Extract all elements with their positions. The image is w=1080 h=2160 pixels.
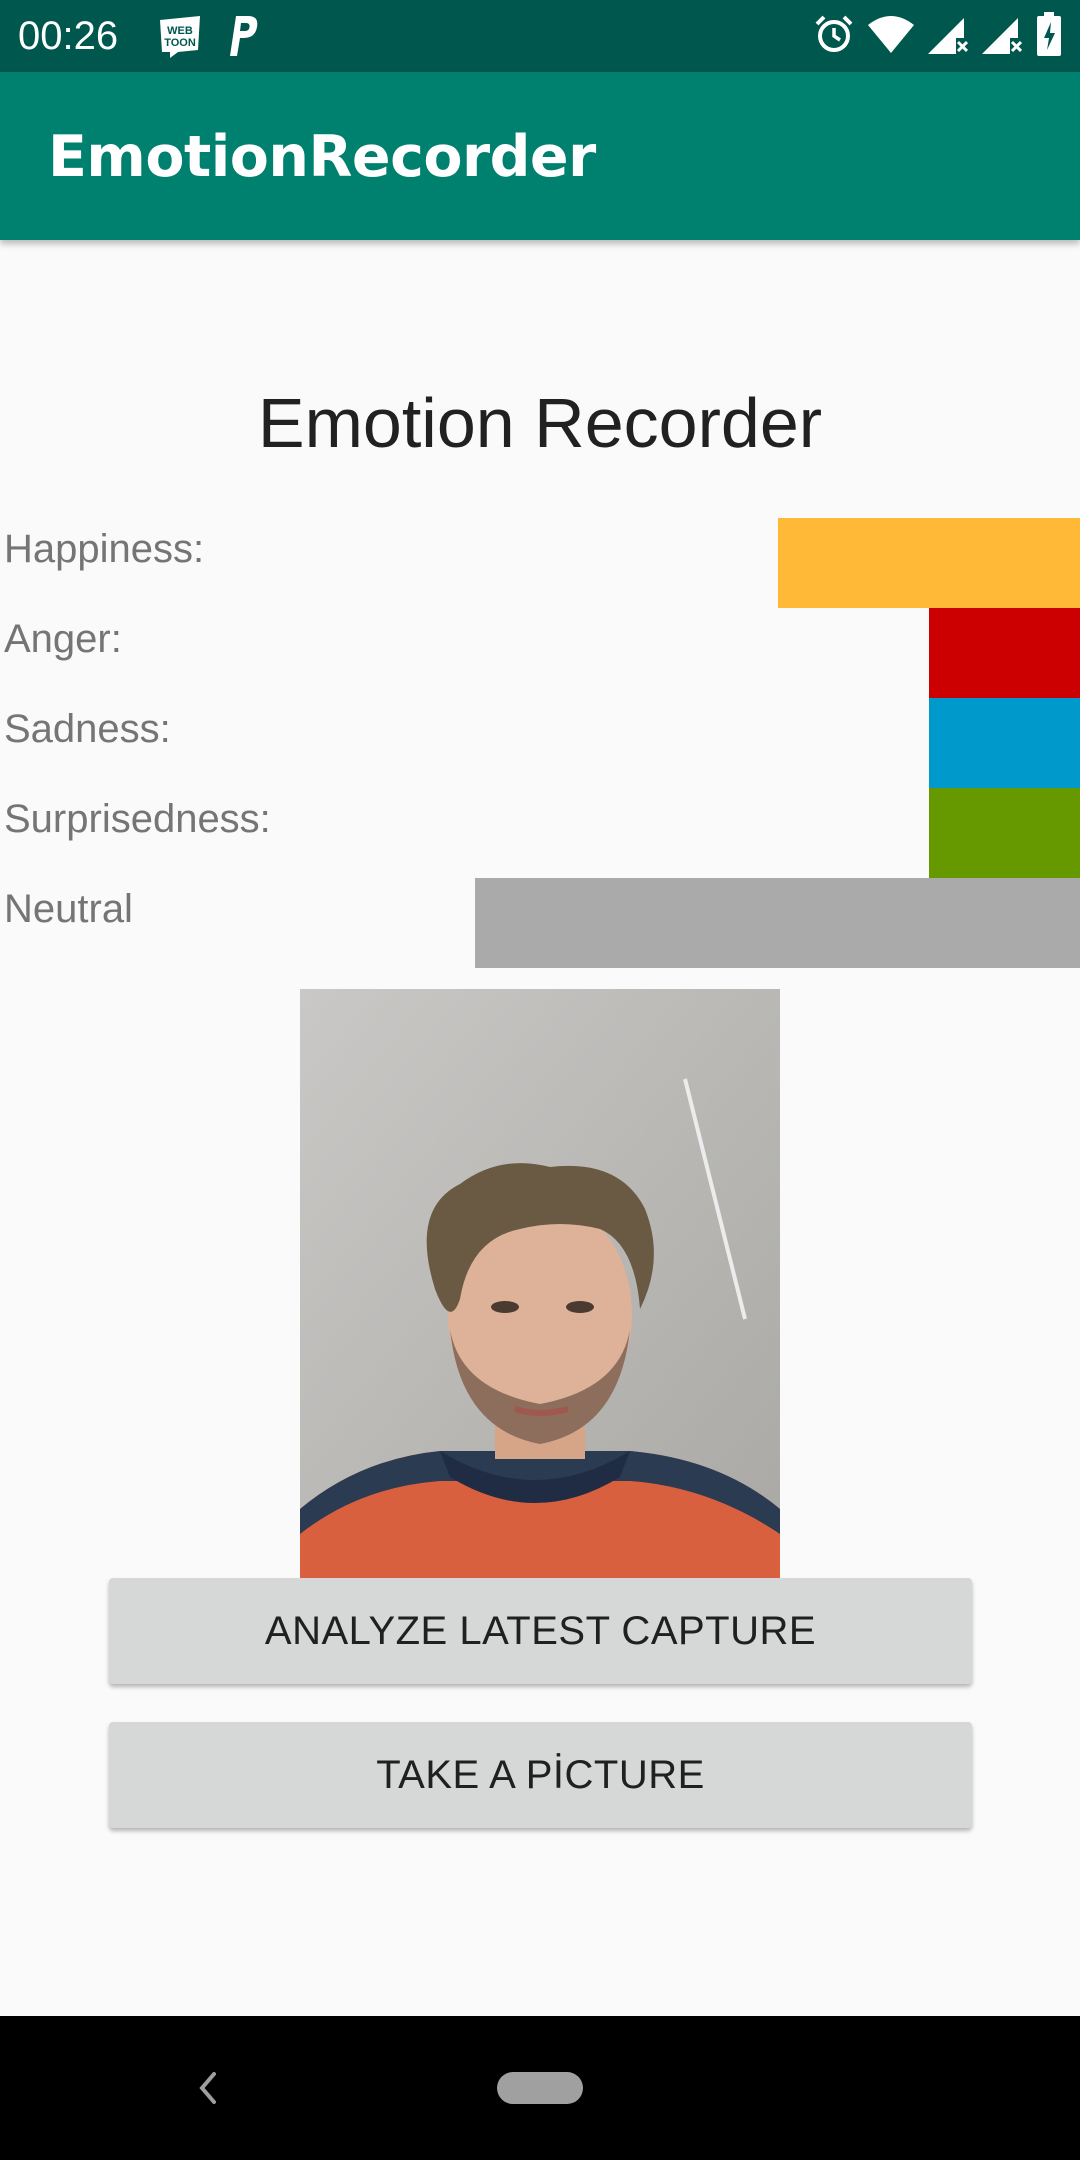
emotion-label-happiness: Happiness: — [4, 527, 205, 571]
app-bar: EmotionRecorder — [0, 72, 1080, 240]
home-pill-icon[interactable] — [497, 2072, 583, 2104]
signal-icon — [982, 14, 1023, 59]
svg-text:WEB: WEB — [167, 25, 193, 37]
captured-photo — [300, 989, 780, 1578]
webtoon-icon: WEB TOON — [156, 14, 204, 63]
emotion-label-surprisedness: Surprisedness: — [4, 797, 271, 841]
emotion-label-anger: Anger: — [4, 617, 122, 661]
emotion-label-sadness: Sadness: — [4, 707, 171, 751]
emotion-label-neutral: Neutral — [4, 887, 133, 931]
signal-icon — [928, 14, 969, 59]
emotion-bar-surprisedness — [929, 788, 1080, 878]
back-icon[interactable] — [196, 2068, 220, 2113]
analyze-latest-capture-button[interactable]: ANALYZE LATEST CAPTURE — [109, 1578, 972, 1684]
p-icon — [226, 14, 260, 63]
page-title: Emotion Recorder — [257, 384, 823, 462]
emotion-bar-sadness — [929, 698, 1080, 788]
status-time: 00:26 — [18, 14, 119, 58]
take-picture-button[interactable]: TAKE A PİCTURE — [109, 1722, 972, 1828]
battery-icon — [1036, 11, 1062, 61]
status-icons — [814, 11, 1062, 61]
alarm-icon — [814, 14, 854, 59]
status-bar: 00:26 WEB TOON — [0, 0, 1080, 72]
svg-text:TOON: TOON — [164, 37, 196, 49]
wifi-icon — [868, 15, 914, 58]
navigation-bar — [0, 2016, 1080, 2160]
emotion-bar-happiness — [778, 518, 1080, 608]
app-title: EmotionRecorder — [48, 124, 596, 190]
emotion-bar-neutral — [475, 878, 1080, 968]
emotion-bar-anger — [929, 608, 1080, 698]
